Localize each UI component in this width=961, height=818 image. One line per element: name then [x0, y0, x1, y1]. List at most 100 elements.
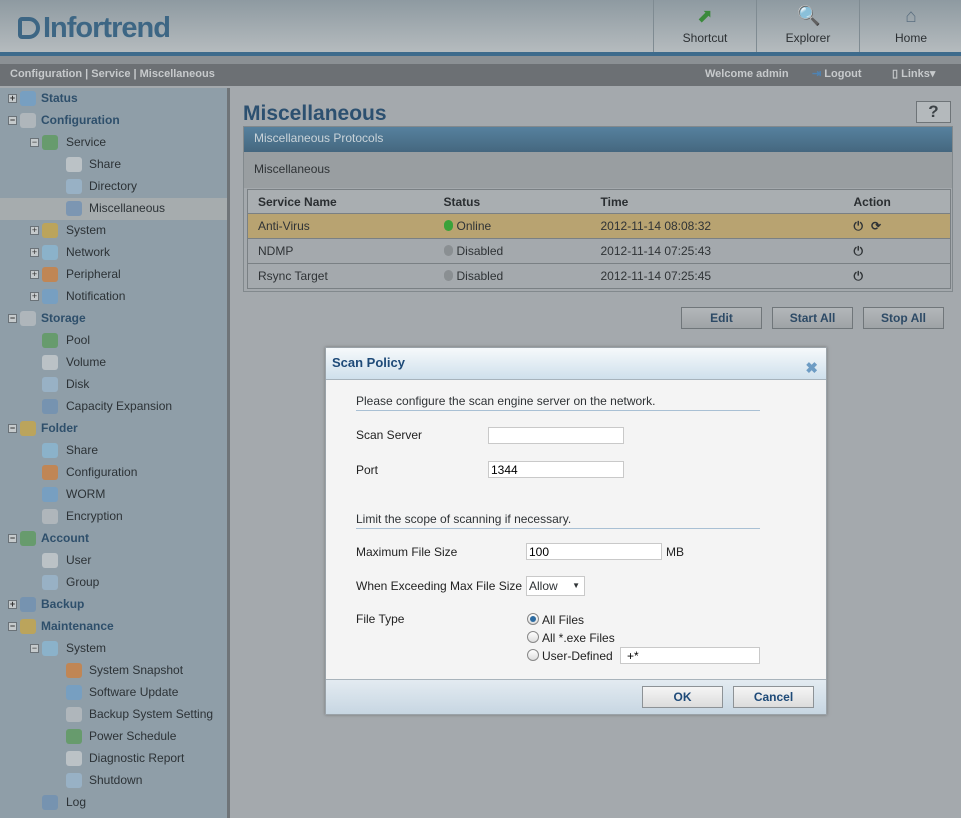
sidebar-item-peripheral[interactable]: + Peripheral	[0, 264, 227, 286]
time-cell: 2012-11-14 07:25:43	[590, 238, 844, 264]
sidebar-item-worm[interactable]: WORM	[0, 484, 227, 506]
sidebar-item-power-schedule[interactable]: Power Schedule	[0, 726, 227, 748]
collapse-icon[interactable]: −	[8, 314, 17, 323]
page-title: Miscellaneous	[243, 102, 387, 125]
sidebar-item-diagnostic-report[interactable]: Diagnostic Report	[0, 748, 227, 770]
sidebar-item-volume[interactable]: Volume	[0, 352, 227, 374]
expand-icon[interactable]: +	[30, 226, 39, 235]
sidebar-item-user[interactable]: User	[0, 550, 227, 572]
sidebar-item-notification[interactable]: + Notification	[0, 286, 227, 308]
dialog-footer: OK Cancel	[326, 679, 826, 714]
sidebar-item-directory[interactable]: Directory	[0, 176, 227, 198]
expand-icon[interactable]: +	[30, 292, 39, 301]
port-input[interactable]	[488, 461, 624, 478]
panel-title: Miscellaneous Protocols	[244, 127, 952, 152]
services-table: Service Name Status Time Action Anti-Vir…	[247, 189, 951, 289]
document-icon: ▯	[892, 68, 902, 80]
sidebar-item-share[interactable]: Share	[0, 440, 227, 462]
sidebar-item-status[interactable]: + Status	[0, 88, 227, 110]
tree-node-icon	[42, 399, 58, 414]
expand-icon[interactable]: +	[30, 270, 39, 279]
sidebar-item-storage[interactable]: − Storage	[0, 308, 227, 330]
sidebar-item-capacity-expansion[interactable]: Capacity Expansion	[0, 396, 227, 418]
help-button[interactable]: ?	[916, 101, 951, 123]
logout-link[interactable]: ⇥ Logout	[812, 64, 862, 84]
sidebar-item-folder[interactable]: − Folder	[0, 418, 227, 440]
sidebar-item-label: Notification	[66, 289, 126, 303]
tree-node-icon	[42, 487, 58, 502]
sidebar-item-account[interactable]: − Account	[0, 528, 227, 550]
expand-icon[interactable]: +	[30, 248, 39, 257]
sidebar-item-label: Diagnostic Report	[89, 751, 185, 765]
expand-icon[interactable]: +	[8, 94, 17, 103]
power-icon[interactable]: ⏻	[854, 269, 864, 283]
sidebar-item-miscellaneous[interactable]: Miscellaneous	[0, 198, 227, 220]
stop-all-button[interactable]: Stop All	[863, 307, 944, 329]
scan-server-input[interactable]	[488, 427, 624, 444]
sidebar-item-disk[interactable]: Disk	[0, 374, 227, 396]
ok-button[interactable]: OK	[642, 686, 723, 708]
power-icon[interactable]: ⏻	[854, 219, 864, 233]
sidebar-item-log[interactable]: Log	[0, 792, 227, 814]
sidebar-item-share[interactable]: Share	[0, 154, 227, 176]
refresh-icon[interactable]: ⟳	[871, 219, 881, 233]
tree-node-icon	[20, 91, 36, 106]
sidebar-item-backup-system-setting[interactable]: Backup System Setting	[0, 704, 227, 726]
sidebar-item-network[interactable]: + Network	[0, 242, 227, 264]
links-menu[interactable]: ▯ Links▾	[892, 64, 935, 84]
user-defined-input[interactable]	[620, 647, 760, 664]
cancel-button[interactable]: Cancel	[733, 686, 814, 708]
expand-icon[interactable]: +	[8, 600, 17, 609]
collapse-icon[interactable]: −	[8, 424, 17, 433]
shortcut-button[interactable]: ⬈ Shortcut	[653, 0, 756, 52]
explorer-button[interactable]: 🔍 Explorer	[756, 0, 859, 52]
tree-node-icon	[66, 685, 82, 700]
radio-all-files[interactable]	[527, 613, 539, 625]
tree-node-icon	[42, 795, 58, 810]
max-file-size-input[interactable]	[526, 543, 662, 560]
close-icon[interactable]: ✖	[805, 354, 818, 384]
sidebar-item-label: Backup	[41, 597, 85, 611]
tree-node-icon	[42, 575, 58, 590]
collapse-icon[interactable]: −	[8, 116, 17, 125]
breadcrumb-bar: Configuration | Service | Miscellaneous …	[0, 64, 961, 86]
sidebar-item-label: Configuration	[41, 113, 120, 127]
table-row[interactable]: Anti-Virus Online 2012-11-14 08:08:32 ⏻ ⟳	[247, 213, 951, 239]
exceed-select[interactable]: Allow ▼	[526, 576, 585, 596]
sidebar-item-encryption[interactable]: Encryption	[0, 506, 227, 528]
tree-node-icon	[42, 641, 58, 656]
sidebar-item-system[interactable]: − System	[0, 638, 227, 660]
start-all-button[interactable]: Start All	[772, 307, 853, 329]
sidebar-item-software-update[interactable]: Software Update	[0, 682, 227, 704]
tree-node-icon	[66, 773, 82, 788]
power-icon[interactable]: ⏻	[854, 244, 864, 258]
sidebar-item-group[interactable]: Group	[0, 572, 227, 594]
sidebar-item-backup[interactable]: + Backup	[0, 594, 227, 616]
table-row[interactable]: Rsync Target Disabled 2012-11-14 07:25:4…	[247, 263, 951, 289]
home-button[interactable]: ⌂ Home	[859, 0, 961, 52]
tree-node-icon	[66, 179, 82, 194]
sidebar-item-shutdown[interactable]: Shutdown	[0, 770, 227, 792]
radio-user-defined[interactable]	[527, 649, 539, 661]
sidebar-item-configuration[interactable]: − Configuration	[0, 110, 227, 132]
table-row[interactable]: NDMP Disabled 2012-11-14 07:25:43 ⏻	[247, 238, 951, 264]
sidebar-item-system[interactable]: + System	[0, 220, 227, 242]
sidebar-item-label: Account	[41, 531, 89, 545]
tree-node-icon	[20, 311, 36, 326]
sidebar-item-service[interactable]: − Service	[0, 132, 227, 154]
time-cell: 2012-11-14 07:25:45	[590, 263, 844, 289]
sidebar-item-configuration[interactable]: Configuration	[0, 462, 227, 484]
collapse-icon[interactable]: −	[30, 644, 39, 653]
sidebar-item-system-snapshot[interactable]: System Snapshot	[0, 660, 227, 682]
sidebar-item-pool[interactable]: Pool	[0, 330, 227, 352]
edit-button[interactable]: Edit	[681, 307, 762, 329]
collapse-icon[interactable]: −	[30, 138, 39, 147]
collapse-icon[interactable]: −	[8, 622, 17, 631]
sidebar-item-label: User	[66, 553, 92, 567]
radio-exe-files[interactable]	[527, 631, 539, 643]
collapse-icon[interactable]: −	[8, 534, 17, 543]
breadcrumb: Configuration | Service | Miscellaneous	[10, 68, 215, 80]
tree-node-icon	[20, 619, 36, 634]
sidebar-item-maintenance[interactable]: − Maintenance	[0, 616, 227, 638]
status-cell: Disabled	[433, 263, 591, 289]
